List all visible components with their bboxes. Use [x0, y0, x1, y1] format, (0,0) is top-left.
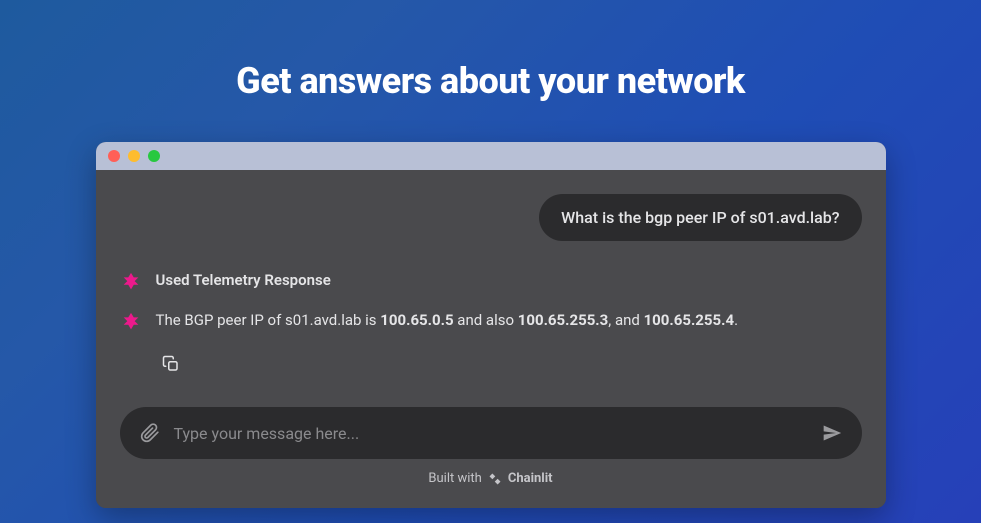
chainlit-brand: Chainlit	[508, 471, 553, 486]
app-window: What is the bgp peer IP of s01.avd.lab? …	[96, 142, 886, 508]
assistant-logo-icon	[120, 311, 142, 333]
chainlit-logo-icon	[488, 472, 502, 486]
assistant-response-text: The BGP peer IP of s01.avd.lab is 100.65…	[156, 309, 739, 332]
message-actions	[156, 349, 862, 379]
footer-text: Built with	[428, 471, 481, 486]
user-message-bubble: What is the bgp peer IP of s01.avd.lab?	[539, 194, 861, 241]
copy-button[interactable]	[156, 349, 186, 379]
paperclip-icon	[140, 423, 160, 443]
page-title: Get answers about your network	[236, 60, 745, 102]
assistant-message-row: The BGP peer IP of s01.avd.lab is 100.65…	[120, 309, 862, 333]
copy-icon	[162, 355, 180, 373]
close-icon[interactable]	[108, 150, 120, 162]
minimize-icon[interactable]	[128, 150, 140, 162]
maximize-icon[interactable]	[148, 150, 160, 162]
attach-button[interactable]	[140, 423, 160, 443]
message-input-bar[interactable]: Type your message here...	[120, 407, 862, 459]
chat-body: What is the bgp peer IP of s01.avd.lab? …	[96, 170, 886, 508]
tool-used-label: Used Telemetry Response	[156, 269, 331, 292]
send-icon	[822, 423, 842, 443]
tool-used-row: Used Telemetry Response	[120, 269, 862, 293]
message-input[interactable]: Type your message here...	[174, 424, 808, 443]
window-titlebar	[96, 142, 886, 170]
assistant-logo-icon	[120, 271, 142, 293]
user-message-row: What is the bgp peer IP of s01.avd.lab?	[120, 194, 862, 241]
send-button[interactable]	[822, 423, 842, 443]
footer: Built with Chainlit	[120, 459, 862, 496]
